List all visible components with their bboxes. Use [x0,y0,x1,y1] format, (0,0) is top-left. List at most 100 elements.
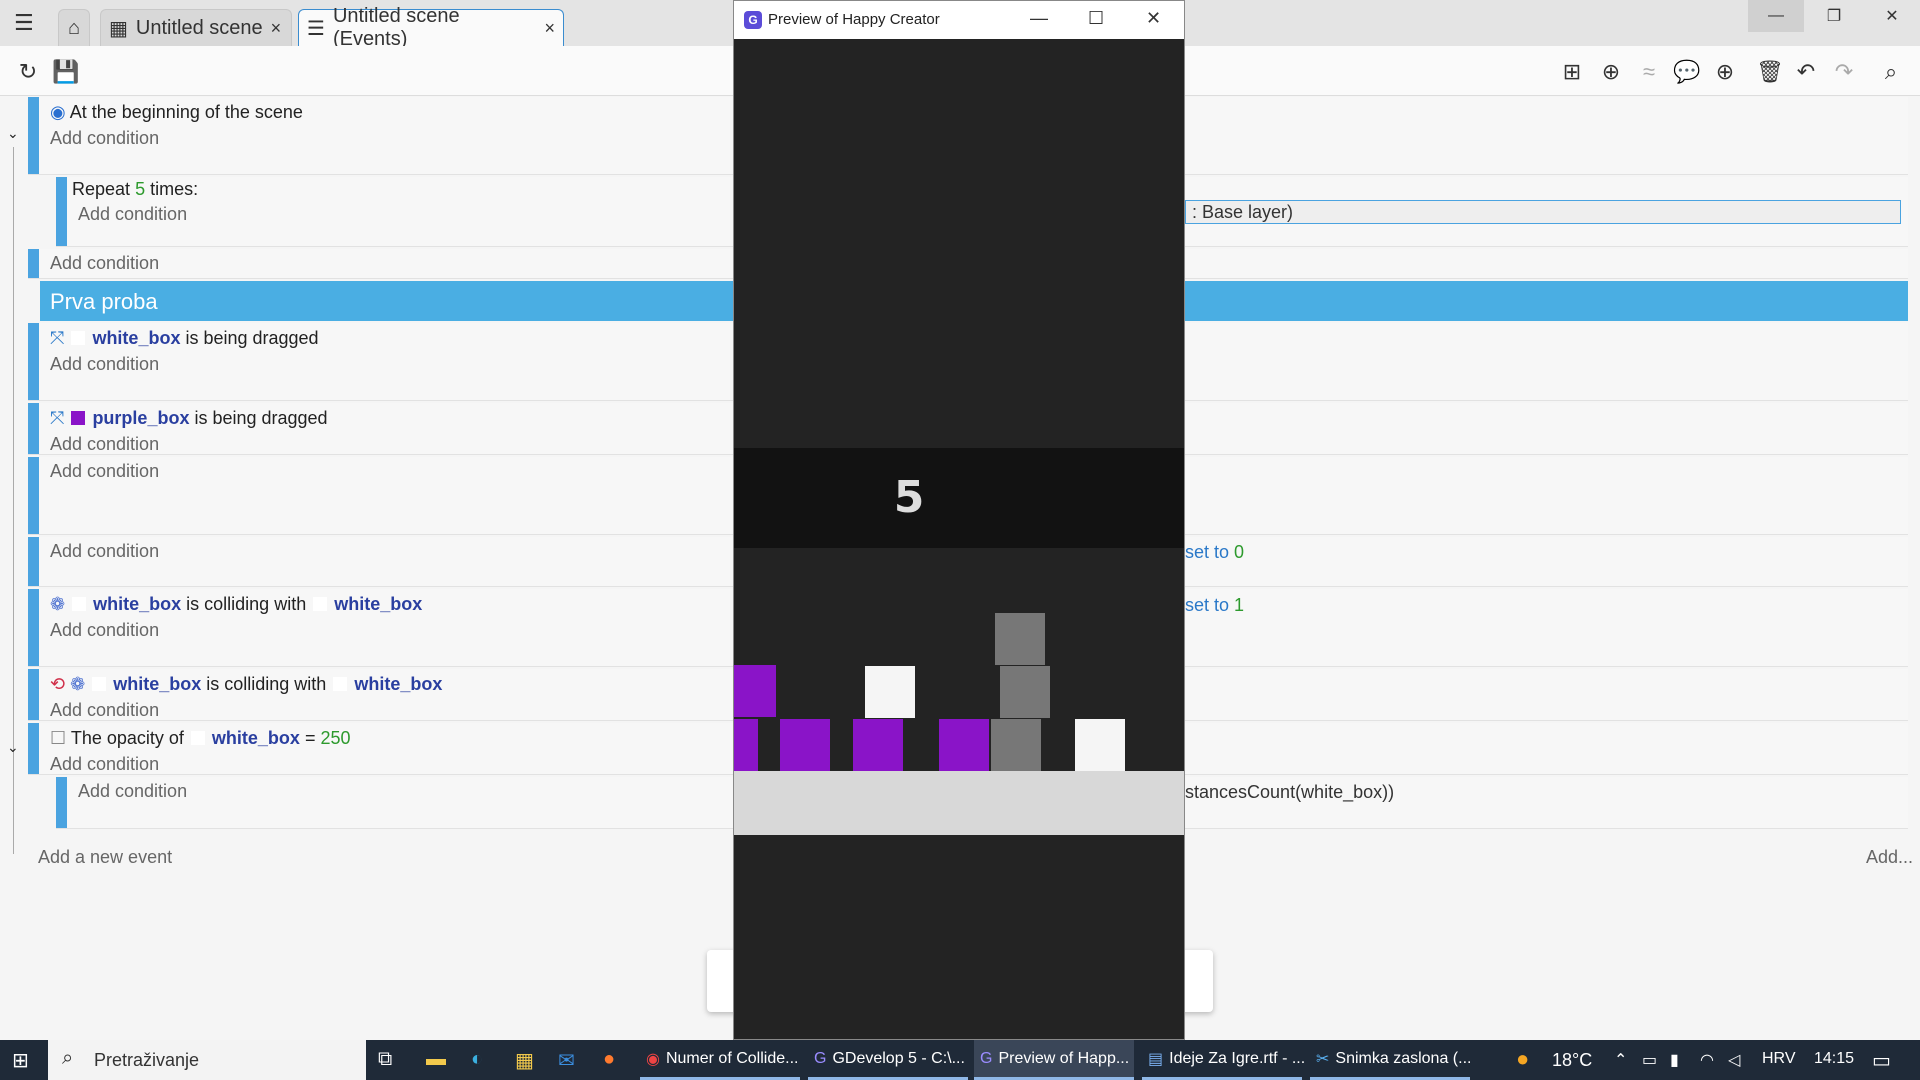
add-comment-icon[interactable]: 💬 [1673,58,1701,86]
redo-icon[interactable]: ↷ [1830,58,1858,86]
white-box-thumbnail [92,677,107,691]
gdevelop-icon: G [980,1049,993,1067]
edge-icon[interactable]: ◐ [471,1048,483,1071]
tab-scene-label: Untitled scene [135,16,263,39]
undo-icon[interactable]: ↶ [1792,58,1820,86]
search-icon[interactable]: ⌕ [1877,58,1905,86]
window-close-button[interactable]: ✕ [1864,0,1920,32]
add-condition-link[interactable]: Add condition [50,541,159,562]
collapse-chevron-icon[interactable]: ⌄ [7,739,19,756]
minimize-icon[interactable]: — [1030,8,1048,29]
white-box-thumbnail [72,597,87,611]
preview-title: Preview of Happy Creator [768,11,940,28]
chrome-icon: ◉ [646,1050,660,1068]
language-indicator[interactable]: HRV [1762,1050,1796,1068]
chevron-up-icon[interactable]: ⌃ [1614,1050,1627,1070]
purple-box[interactable] [853,719,903,771]
delete-icon[interactable]: 🗑 [1756,58,1784,86]
tab-events[interactable]: ☰ Untitled scene (Events) × [298,5,564,50]
purple-box[interactable] [734,665,776,717]
white-box[interactable] [865,666,915,718]
purple-box[interactable] [939,719,989,771]
preview-titlebar[interactable]: G Preview of Happy Creator — ☐ ✕ [734,1,1184,39]
wifi-icon[interactable]: ◠ [1700,1050,1714,1070]
action-text[interactable]: set to 1 [1185,595,1244,616]
windows-start-icon[interactable]: ⊞ [12,1048,29,1073]
add-condition-link[interactable]: Add condition [50,461,159,482]
temperature[interactable]: 18°C [1552,1050,1592,1071]
maximize-icon[interactable]: ☐ [1088,8,1104,29]
wordpad-icon: ▤ [1148,1050,1164,1068]
taskbar-app-snip[interactable]: ✂ Snimka zaslona (... [1310,1040,1471,1080]
add-condition-link[interactable]: Add condition [50,620,159,641]
score-text: 5 [893,472,925,523]
gray-box[interactable] [1000,666,1050,718]
task-view-icon[interactable]: ⧉ [378,1048,392,1071]
events-icon: ☰ [307,17,325,40]
history-icon[interactable]: ↻ [14,58,42,86]
window-minimize-button[interactable]: — [1748,0,1804,32]
add-condition-link[interactable]: Add condition [50,354,159,375]
add-condition-link[interactable]: Add condition [50,128,159,149]
white-box-thumbnail [190,731,205,745]
object-name: purple_box [92,408,190,428]
gdevelop-logo-icon: G [744,11,762,29]
file-explorer-icon[interactable]: ▬ [426,1048,446,1071]
add-condition-link[interactable]: Add condition [78,781,187,802]
add-condition-link[interactable]: Add condition [50,754,159,775]
object-name: white_box [211,728,300,748]
close-icon[interactable]: ✕ [1146,8,1161,29]
game-canvas[interactable]: 5 [734,39,1184,1041]
event-bar [56,177,67,246]
group-title: Prva proba [50,289,158,314]
action-text[interactable]: set to 0 [1185,542,1244,563]
volume-icon[interactable]: ◁ [1728,1050,1740,1070]
add-event-icon[interactable]: ⊞ [1558,58,1586,86]
preview-window[interactable]: G Preview of Happy Creator — ☐ ✕ 5 [733,0,1185,1040]
action-field[interactable]: : Base layer) [1185,200,1901,224]
add-condition-link[interactable]: Add condition [50,434,159,455]
add-condition-link[interactable]: Add condition [78,204,187,225]
floor-platform [734,771,1184,835]
close-icon[interactable]: × [271,18,282,39]
taskbar-app-gdevelop[interactable]: G GDevelop 5 - C:\... [808,1040,968,1080]
home-tab[interactable]: ⌂ [58,9,90,46]
store-icon[interactable]: ▦ [515,1048,534,1073]
toggle-disabled-icon[interactable]: ≈ [1635,58,1663,86]
scene-icon: ▦ [109,17,128,40]
event-bar [28,403,39,454]
taskbar-app-preview[interactable]: G Preview of Happ... [974,1040,1134,1080]
add-sub-event-icon[interactable]: ⊕ [1597,58,1625,86]
add-condition-link[interactable]: Add condition [50,700,159,721]
collapse-chevron-icon[interactable]: ⌄ [7,125,19,142]
action-text[interactable]: stancesCount(white_box)) [1185,782,1394,803]
add-plus-icon[interactable]: ⊕ [1711,58,1739,86]
add-new-event-link[interactable]: Add a new event [38,847,172,868]
clock[interactable]: 14:15 [1814,1050,1854,1068]
taskbar-app-wordpad[interactable]: ▤ Ideje Za Igre.rtf - ... [1142,1040,1305,1080]
taskbar-search[interactable]: ⌕ Pretraživanje [48,1040,366,1080]
notifications-icon[interactable]: ▭ [1872,1048,1891,1073]
firefox-icon[interactable]: ● [603,1048,615,1071]
collision-icon: ❁ [70,674,86,694]
white-box[interactable] [1075,719,1125,771]
close-icon[interactable]: × [544,18,555,39]
mail-icon[interactable]: ✉ [558,1048,575,1073]
purple-box[interactable] [780,719,830,771]
meet-icon[interactable]: ▭ [1642,1050,1657,1070]
battery-icon[interactable]: ▮ [1670,1050,1679,1070]
add-condition-link[interactable]: Add condition [50,253,159,274]
tab-scene[interactable]: ▦ Untitled scene × [100,9,292,46]
event-bar [28,97,39,174]
hamburger-menu-icon[interactable]: ☰ [14,10,34,36]
add-more-link[interactable]: Add... [1866,847,1913,868]
save-icon[interactable]: 💾 [52,58,80,86]
taskbar-app-chrome[interactable]: ◉ Numer of Collide... [640,1040,800,1080]
gray-box[interactable] [995,613,1045,665]
window-restore-button[interactable]: ❐ [1806,0,1862,32]
gray-box[interactable] [991,719,1041,771]
repeat-count: 5 [135,179,146,199]
weather-icon[interactable]: ● [1516,1046,1529,1072]
purple-box[interactable] [734,719,758,771]
taskbar: ⊞ ⌕ Pretraživanje ⧉ ▬ ◐ ▦ ✉ ● ◉ Numer of… [0,1040,1920,1080]
